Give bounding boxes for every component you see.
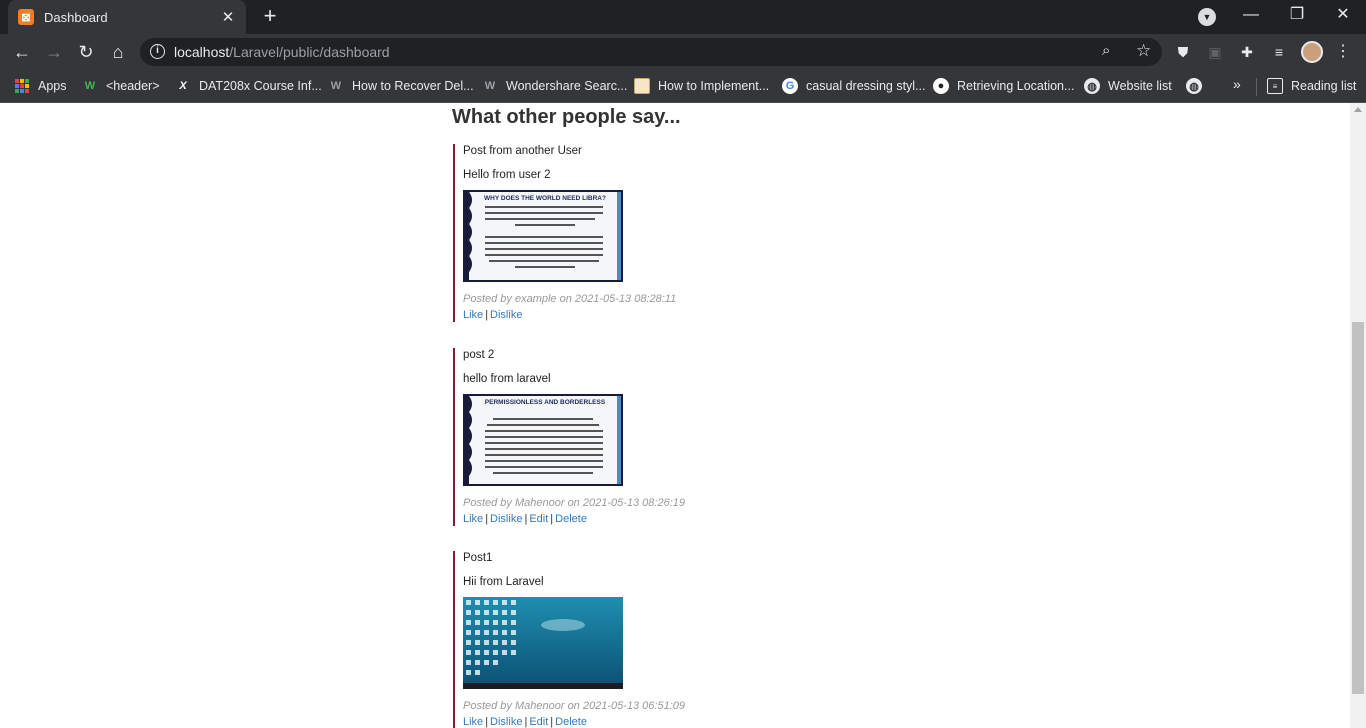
dislike-link[interactable]: Dislike (490, 309, 522, 321)
url-text[interactable]: localhost/Laravel/public/dashboard (174, 44, 390, 60)
action-separator: | (485, 513, 489, 525)
home-icon[interactable]: ⌂ (106, 40, 130, 64)
action-separator: | (550, 716, 554, 728)
reading-list-button[interactable]: ≡ Reading list (1267, 76, 1356, 96)
w-logo-icon: W (484, 80, 496, 92)
zoom-icon[interactable]: ⌕ (1102, 42, 1110, 59)
post-actions: Like | Dislike (463, 308, 853, 322)
bookmark-how-to-recover[interactable]: W How to Recover Del... (328, 76, 474, 96)
post-info: Posted by example on 2021-05-13 08:28:11 (463, 293, 677, 305)
like-link[interactable]: Like (463, 513, 483, 525)
menu-icon[interactable]: ⋮ (1334, 41, 1352, 63)
post-info: Posted by Mahenoor on 2021-05-13 06:51:0… (463, 700, 685, 712)
bookmark-wondershare[interactable]: W Wondershare Searc... (482, 76, 628, 96)
post-body: hello from laravel (463, 373, 551, 385)
post-actions: Like | Dislike | Edit | Delete (463, 715, 853, 728)
post-title: Post1 (463, 552, 493, 564)
bookmarks-divider (1256, 78, 1257, 96)
profile-avatar[interactable] (1301, 41, 1323, 63)
restore-icon[interactable]: ❐ (1274, 0, 1320, 30)
dislike-link[interactable]: Dislike (490, 513, 522, 525)
post-body: Hii from Laravel (463, 576, 544, 588)
post-title: post 2 (463, 349, 495, 361)
extension-icon[interactable]: ▣ (1206, 43, 1224, 61)
minimize-icon[interactable]: — (1228, 0, 1274, 30)
post-actions: Like | Dislike | Edit | Delete (463, 512, 853, 526)
action-separator: | (524, 513, 528, 525)
page-thumb-icon (634, 78, 650, 94)
post-title: Post from another User (463, 145, 582, 157)
tab-title: Dashboard (44, 9, 108, 25)
section-heading: What other people say... (452, 106, 681, 128)
apps-grid-icon (14, 78, 30, 94)
dislike-link[interactable]: Dislike (490, 716, 522, 728)
close-tab-icon[interactable]: ✕ (220, 8, 236, 26)
github-icon: ● (933, 78, 949, 94)
puzzle-extensions-icon[interactable]: ✚ (1238, 43, 1256, 61)
close-window-icon[interactable]: ✕ (1320, 0, 1366, 30)
forward-icon[interactable]: → (42, 40, 66, 64)
bookmark-how-to-implement[interactable]: How to Implement... (634, 76, 769, 96)
scrollbar-thumb[interactable] (1352, 322, 1364, 694)
bookmark-header[interactable]: W <header> (82, 76, 160, 96)
google-icon: G (782, 78, 798, 94)
action-separator: | (524, 716, 528, 728)
x-logo-icon: X (179, 80, 187, 92)
more-bookmarks-icon[interactable]: » (1233, 76, 1241, 92)
post-card: Post from another User Hello from user 2… (453, 144, 853, 322)
edit-link[interactable]: Edit (529, 716, 548, 728)
scroll-up-arrow-icon[interactable] (1354, 107, 1362, 112)
post-image (463, 597, 623, 689)
bookmark-apps[interactable]: Apps (14, 76, 67, 96)
new-tab-button[interactable]: + (256, 4, 284, 30)
post-card: Post1 Hii from Laravel Posted by Mahenoo… (453, 551, 853, 728)
tab-dashboard[interactable]: ⊠ Dashboard ✕ (8, 0, 246, 34)
bookmark-retrieving-location[interactable]: ● Retrieving Location... (933, 76, 1074, 96)
globe-icon: ◍ (1084, 78, 1100, 94)
globe-icon: ◍ (1186, 78, 1202, 94)
bookmark-star-icon[interactable]: ☆ (1136, 41, 1151, 61)
bookmark-website-list[interactable]: ◍ Website list (1084, 76, 1172, 96)
address-bar[interactable]: i localhost/Laravel/public/dashboard ⌕ ☆ (140, 38, 1162, 66)
edit-link[interactable]: Edit (529, 513, 548, 525)
post-image: WHY DOES THE WORLD NEED LIBRA? (463, 190, 623, 282)
action-separator: | (485, 309, 489, 321)
reading-list-icon: ≡ (1267, 78, 1283, 94)
vertical-scrollbar[interactable] (1350, 103, 1366, 728)
bookmark-dat208x[interactable]: X DAT208x Course Inf... (175, 76, 321, 96)
like-link[interactable]: Like (463, 309, 483, 321)
post-card: post 2 hello from laravel PERMISSIONLESS… (453, 348, 853, 526)
post-image: PERMISSIONLESS AND BORDERLESS (463, 394, 623, 486)
delete-link[interactable]: Delete (555, 716, 587, 728)
reload-icon[interactable]: ↻ (74, 40, 98, 64)
tab-strip: ⊠ Dashboard ✕ + ▼ — ❐ ✕ (0, 0, 1366, 34)
shield-extension-icon[interactable]: ⛊ (1174, 43, 1192, 61)
w-logo-icon: W (330, 80, 342, 92)
svg-text:PERMISSIONLESS AND BORDERLESS: PERMISSIONLESS AND BORDERLESS (485, 399, 606, 406)
tab-search-icon[interactable]: ▼ (1198, 8, 1216, 26)
action-separator: | (550, 513, 554, 525)
w-logo-icon: W (84, 80, 96, 92)
bookmark-globe[interactable]: ◍ (1186, 76, 1210, 96)
delete-link[interactable]: Delete (555, 513, 587, 525)
page-viewport: What other people say... Post from anoth… (0, 103, 1350, 728)
action-separator: | (485, 716, 489, 728)
bookmark-casual-dressing[interactable]: G casual dressing styl... (782, 76, 926, 96)
like-link[interactable]: Like (463, 716, 483, 728)
site-info-icon[interactable]: i (150, 44, 165, 59)
back-icon[interactable]: ← (10, 40, 34, 64)
svg-text:WHY DOES THE WORLD NEED LIBRA?: WHY DOES THE WORLD NEED LIBRA? (484, 195, 606, 202)
post-body: Hello from user 2 (463, 169, 551, 181)
bookmarks-bar: Apps W <header> X DAT208x Course Inf... … (0, 70, 1366, 103)
browser-toolbar: ← → ↻ ⌂ i localhost/Laravel/public/dashb… (0, 34, 1366, 70)
media-control-icon[interactable]: ≡ (1270, 43, 1288, 61)
post-info: Posted by Mahenoor on 2021-05-13 08:26:1… (463, 497, 685, 509)
xampp-favicon-icon: ⊠ (18, 9, 34, 25)
